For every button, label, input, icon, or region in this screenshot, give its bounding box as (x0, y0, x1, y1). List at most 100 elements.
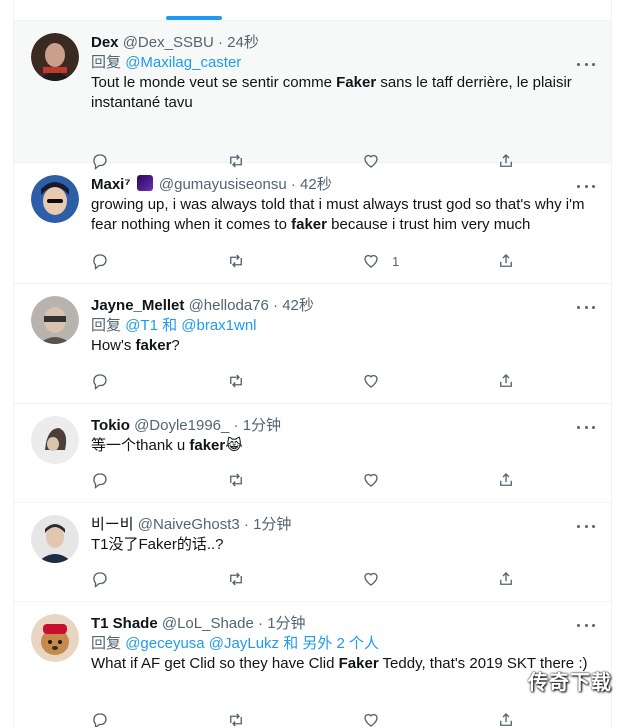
author-handle[interactable]: @LoL_Shade (162, 615, 254, 632)
timestamp[interactable]: 1分钟 (243, 417, 281, 434)
share-button[interactable] (497, 371, 515, 391)
author-handle[interactable]: @Doyle1996_ (134, 417, 229, 434)
reply-icon (93, 713, 107, 727)
retweet-icon (230, 254, 242, 268)
reply-icon (93, 374, 107, 390)
author-handle[interactable]: @Dex_SSBU (123, 34, 214, 51)
keyword-highlight: faker (135, 337, 172, 354)
like-button[interactable] (362, 371, 392, 391)
like-button[interactable] (362, 470, 392, 490)
action-bar (91, 470, 521, 490)
share-button[interactable] (497, 470, 515, 490)
reply-icon (93, 254, 107, 270)
galaxy-emoji-icon (136, 175, 153, 191)
reply-context: 回复 @Maxilag_caster (91, 53, 595, 73)
tweet[interactable]: Maxi⁷ @gumayusiseonsu · 42秒 growing up, … (14, 163, 611, 284)
like-button[interactable] (362, 569, 392, 589)
reply-context: 回复 @T1 和 @brax1wnl (91, 316, 595, 336)
more-icon[interactable] (575, 300, 597, 314)
separator-dot: · (258, 615, 264, 632)
timestamp[interactable]: 1分钟 (253, 516, 291, 533)
like-button[interactable]: 1 (362, 251, 399, 271)
timestamp[interactable]: 1分钟 (267, 615, 305, 632)
retweet-button[interactable] (227, 569, 245, 589)
retweet-button[interactable] (227, 710, 245, 727)
tweet-text: Tout le monde veut se sentir comme Faker… (91, 73, 595, 113)
reply-prefix: 回复 (91, 54, 122, 71)
text-part: What if AF get Clid so they have Clid (91, 655, 339, 672)
author-handle[interactable]: @gumayusiseonsu (159, 176, 287, 193)
text-part: Tout le monde veut se sentir comme (91, 74, 337, 91)
action-bar (91, 569, 521, 589)
avatar[interactable] (31, 515, 79, 563)
tweet-text: T1没了Faker的话..? (91, 535, 595, 555)
author-name[interactable]: Jayne_Mellet (91, 297, 184, 314)
separator-dot: · (243, 516, 249, 533)
action-bar (91, 710, 521, 727)
text-part: ? (171, 337, 180, 354)
text-part: because i trust him very much (326, 216, 531, 233)
tweet[interactable]: Dex @Dex_SSBU · 24秒 回复 @Maxilag_caster T… (14, 21, 611, 170)
more-icon[interactable] (575, 179, 597, 193)
author-name[interactable]: Maxi⁷ (91, 176, 131, 193)
reply-prefix: 回复 (91, 317, 122, 334)
more-icon[interactable] (575, 618, 597, 632)
more-icon[interactable] (575, 420, 597, 434)
share-icon (500, 713, 512, 726)
timestamp[interactable]: 42秒 (282, 297, 314, 314)
heart-icon (364, 374, 378, 388)
timestamp[interactable]: 24秒 (227, 34, 259, 51)
text-part: T1没了Faker的话..? (91, 536, 224, 553)
retweet-button[interactable] (227, 470, 245, 490)
more-icon[interactable] (575, 57, 597, 71)
reply-button[interactable] (91, 470, 109, 490)
reply-button[interactable] (91, 569, 109, 589)
avatar[interactable] (31, 614, 79, 662)
tweet[interactable]: Tokio @Doyle1996_ · 1分钟 等一个thank u faker… (14, 404, 611, 503)
tweet-text: What if AF get Clid so they have Clid Fa… (91, 654, 595, 674)
action-bar: 1 (91, 251, 521, 271)
tweet[interactable]: T1 Shade @LoL_Shade · 1分钟 回复 @geceyusa @… (14, 602, 611, 727)
reply-mention-link[interactable]: @T1 和 @brax1wnl (125, 317, 256, 334)
action-bar (91, 371, 521, 391)
retweet-icon (230, 473, 242, 487)
share-icon (500, 374, 512, 387)
author-handle[interactable]: @helloda76 (189, 297, 269, 314)
timestamp[interactable]: 42秒 (300, 176, 332, 193)
tweet[interactable]: Jayne_Mellet @helloda76 · 42秒 回复 @T1 和 @… (14, 284, 611, 404)
author-name[interactable]: T1 Shade (91, 615, 158, 632)
heart-icon (364, 473, 378, 487)
more-icon[interactable] (575, 519, 597, 533)
reply-button[interactable] (91, 371, 109, 391)
author-handle[interactable]: @NaiveGhost3 (138, 516, 240, 533)
retweet-button[interactable] (227, 371, 245, 391)
avatar[interactable] (31, 33, 79, 81)
retweet-icon (230, 713, 242, 727)
avatar[interactable] (31, 416, 79, 464)
heart-icon (364, 572, 378, 586)
watermark: 传奇下载 (528, 672, 612, 694)
share-button[interactable] (497, 569, 515, 589)
like-button[interactable] (362, 710, 392, 727)
author-name[interactable]: Dex (91, 34, 119, 51)
retweet-icon (230, 572, 242, 586)
share-button[interactable] (497, 710, 515, 727)
reply-button[interactable] (91, 710, 109, 727)
reply-icon (93, 473, 107, 489)
avatar[interactable] (31, 296, 79, 344)
tweet[interactable]: 비ー비 @NaiveGhost3 · 1分钟 T1没了Faker的话..? (14, 503, 611, 602)
share-icon (500, 572, 512, 585)
tweet-text: 等一个thank u faker 😹 (91, 436, 595, 456)
keyword-highlight: Faker (336, 74, 377, 91)
reply-mention-link[interactable]: @geceyusa @JayLukz 和 另外 2 个人 (125, 635, 379, 652)
share-button[interactable] (497, 251, 515, 271)
retweet-button[interactable] (227, 251, 245, 271)
share-icon (500, 473, 512, 486)
avatar[interactable] (31, 175, 79, 223)
author-name[interactable]: 비ー비 (91, 516, 134, 533)
reply-mention-link[interactable]: @Maxilag_caster (125, 54, 241, 71)
like-count: 1 (392, 253, 400, 269)
author-name[interactable]: Tokio (91, 417, 130, 434)
timeline: Dex @Dex_SSBU · 24秒 回复 @Maxilag_caster T… (13, 0, 612, 727)
reply-button[interactable] (91, 251, 109, 271)
